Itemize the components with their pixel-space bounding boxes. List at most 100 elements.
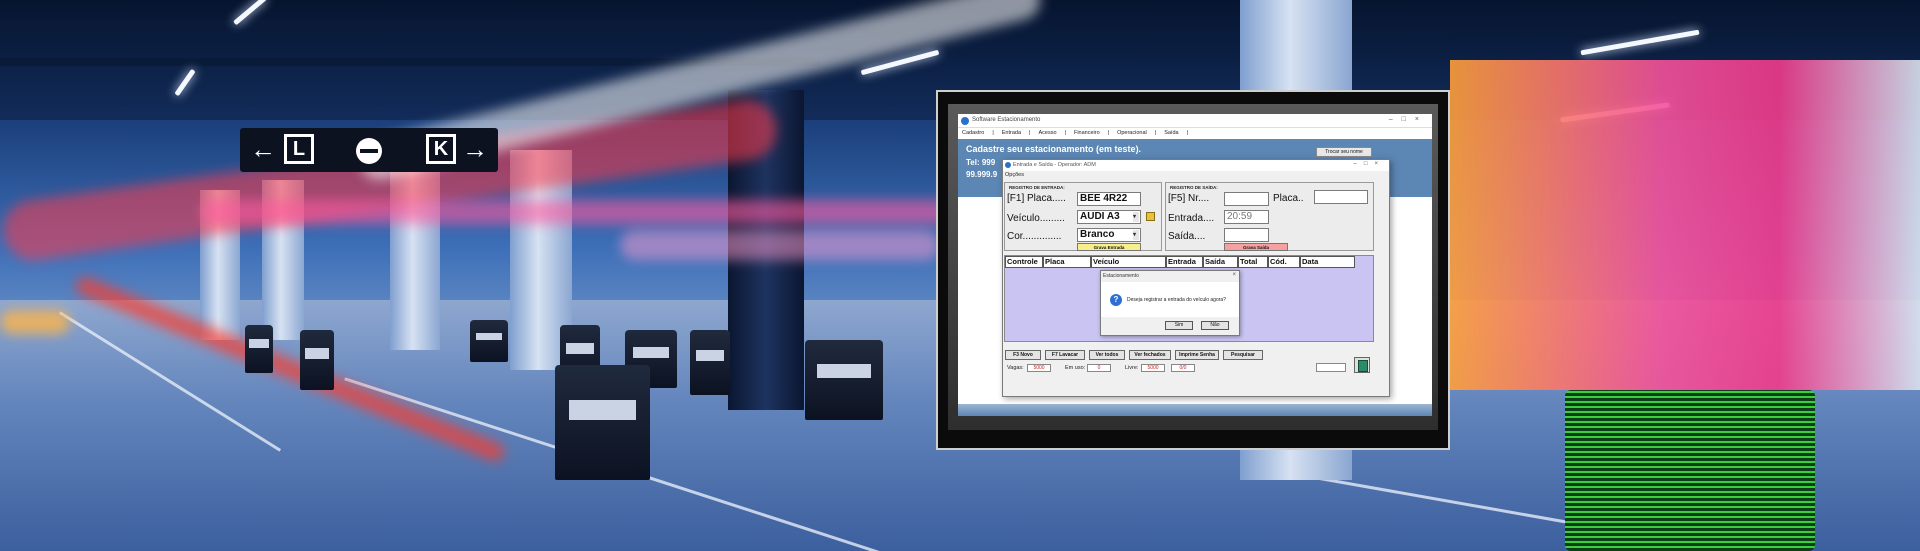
exit-entry-time-label: Entrada.... [1168,213,1215,224]
free-value: 5000 [1141,364,1165,372]
road-barrier [300,330,334,390]
col-entrada[interactable]: Entrada [1166,256,1203,268]
no-button[interactable]: Não [1201,321,1229,330]
extra-value: 0/0 [1171,364,1195,372]
road-barrier [470,320,508,362]
exit-time-label: Saída.... [1168,231,1206,242]
entry-vehicle-label: Veículo......... [1007,213,1065,224]
road-barrier [690,330,730,395]
dialog-titlebar: Entrada e Saída - Operador: ADM –□× [1003,160,1389,171]
in-use-label: Em uso: [1065,365,1086,371]
entry-group-title: REGISTRO DE ENTRADA: [1009,185,1065,190]
close-icon[interactable]: × [1232,272,1236,278]
arrow-left-icon: ← [250,134,276,164]
exit-time-input[interactable] [1224,228,1269,242]
entry-exit-dialog: Entrada e Saída - Operador: ADM –□× Opçõ… [1002,159,1390,397]
new-button[interactable]: F3 Novo [1005,350,1041,360]
no-entry-icon [356,138,382,164]
entry-color-value: Branco [1080,229,1115,240]
vacancies-value: 5000 [1027,364,1051,372]
sign-letter-l: L [284,134,314,164]
status-field [1316,363,1346,372]
confirm-body: ? Deseja registrar a entrada do veículo … [1101,282,1239,317]
in-use-value: 0 [1087,364,1111,372]
view-closed-button[interactable]: Ver fechados [1129,350,1171,360]
menu-separator: | [1186,130,1188,136]
free-label: Livre: [1125,365,1139,371]
exit-group-title: REGISTRO DE SAÍDA: [1170,185,1218,190]
monitor-frame: Software Estacionamento –□× Cadastro | Ent… [936,90,1450,450]
exit-plate-input[interactable] [1314,190,1368,204]
print-ticket-button[interactable]: Imprime Senha [1175,350,1219,360]
road-barrier [245,325,273,373]
app-menubar: Cadastro | Entrada | Acesso | Financeiro | Opera… [958,128,1432,139]
menu-separator: | [1107,130,1110,136]
road-barrier [805,340,883,420]
light-streak [200,200,960,224]
entry-plate-label: [F1] Placa..... [1007,193,1066,204]
save-entry-button[interactable]: Grava Entrada [1077,243,1141,251]
menu-separator: | [1154,130,1157,136]
ceiling-beam [0,20,900,28]
menu-cadastro[interactable]: Cadastro [958,128,988,136]
menu-separator: | [1029,130,1031,136]
menu-saida[interactable]: Saída [1160,128,1182,136]
exit-number-label: [F5] Nr.... [1168,193,1210,204]
menu-financeiro[interactable]: Financeiro [1070,128,1104,136]
monitor-screen: Software Estacionamento –□× Cadastro | Ent… [958,114,1432,416]
col-total[interactable]: Total [1238,256,1268,268]
entry-plate-input[interactable]: BEE 4R22 [1077,192,1141,206]
sign-letter-k: K [426,134,456,164]
exit-entry-time-input[interactable]: 20:59 [1224,210,1269,224]
col-veiculo[interactable]: Veículo [1091,256,1166,268]
menu-operacional[interactable]: Operacional [1113,128,1151,136]
col-controle[interactable]: Controle [1005,256,1043,268]
entry-vehicle-select[interactable]: AUDI A3 [1077,210,1141,224]
exit-number-input[interactable] [1224,192,1269,206]
menu-separator: | [992,130,994,136]
entry-color-select[interactable]: Branco [1077,228,1141,242]
folder-icon[interactable] [1146,212,1155,221]
col-saida[interactable]: Saída [1203,256,1238,268]
view-all-button[interactable]: Ver todos [1089,350,1125,360]
exit-plate-label: Placa.. [1273,193,1304,204]
col-codigo[interactable]: Cód. [1268,256,1300,268]
dialog-title: Entrada e Saída - Operador: ADM [1013,162,1096,168]
col-data[interactable]: Data [1300,256,1355,268]
options-menu[interactable]: Opções [1005,172,1024,178]
search-button[interactable]: Pesquisar [1223,350,1263,360]
exit-group: REGISTRO DE SAÍDA: [F5] Nr.... Placa.. E… [1165,182,1374,251]
car-lights [0,310,70,334]
banner-line-3: 99.999.9 [966,170,998,179]
banner-line-1: Cadastre seu estacionamento (em teste). [966,144,1142,154]
save-exit-button[interactable]: Grava Saída [1224,243,1288,251]
neon-glow-wall [1450,60,1920,390]
road-barrier [555,365,650,480]
col-placa[interactable]: Placa [1043,256,1091,268]
vacancies-label: Vagas: [1007,365,1024,371]
exit-door-icon[interactable] [1354,357,1370,373]
menu-entrada[interactable]: Entrada [998,128,1025,136]
yes-button[interactable]: Sim [1165,321,1193,330]
app-logo-icon [961,117,969,125]
light-streak [620,230,940,260]
table-header: Controle Placa Veículo Entrada Saída Tot… [1005,256,1355,268]
entry-color-label: Cor.............. [1007,231,1062,242]
entry-group: REGISTRO DE ENTRADA: [F1] Placa..... BEE… [1004,182,1162,251]
question-icon: ? [1110,294,1122,306]
banner-line-2: Tel: 999 [966,158,996,167]
confirm-title: Estacionamento [1103,273,1139,279]
dialog-app-icon [1005,162,1011,168]
menu-acesso[interactable]: Acesso [1034,128,1060,136]
banner-button[interactable]: Trocar seu nome [1316,147,1372,157]
confirm-dialog: Estacionamento × ? Deseja registrar a en… [1100,270,1240,336]
app-bottom-bar [958,404,1432,416]
parking-direction-sign: ← L K → [240,128,498,172]
carwash-button[interactable]: F7 Lavacar [1045,350,1085,360]
window-controls[interactable]: –□× [1389,116,1428,123]
arrow-right-icon: → [462,134,488,164]
menu-separator: | [1064,130,1066,136]
entry-vehicle-value: AUDI A3 [1080,211,1120,222]
confirm-message: Deseja registrar a entrada do veículo ag… [1127,297,1226,303]
dialog-window-controls[interactable]: –□× [1354,161,1385,167]
